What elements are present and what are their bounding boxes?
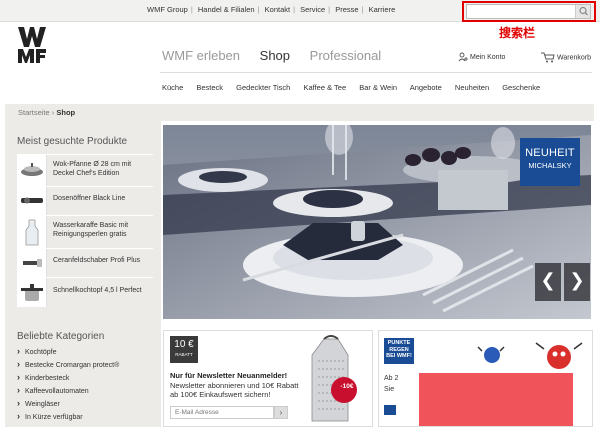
badge-line-2: MICHALSKY	[528, 161, 572, 170]
nav-shop[interactable]: Shop	[260, 48, 290, 63]
top-link[interactable]: Service	[300, 5, 325, 14]
nav-wmf-erleben[interactable]: WMF erleben	[162, 48, 240, 63]
newsletter-submit-button[interactable]: ›	[274, 406, 288, 419]
subnav-item[interactable]: Kaffee & Tee	[303, 83, 346, 92]
category-link[interactable]: Bestecke Cromargan protect®	[17, 359, 119, 369]
wok-icon	[17, 155, 47, 186]
points-text-2: Sie	[384, 386, 395, 393]
hero-banner[interactable]: NEUHEIT MICHALSKY ❮ ❯	[163, 125, 591, 319]
breadcrumb-current: Shop	[56, 108, 76, 117]
breadcrumb-bar: Startseite › Shop	[5, 104, 594, 121]
email-field[interactable]	[170, 406, 274, 419]
subnav-item[interactable]: Geschenke	[502, 83, 540, 92]
nav-professional[interactable]: Professional	[310, 48, 382, 63]
subnav-item[interactable]: Angebote	[410, 83, 442, 92]
user-icon	[458, 52, 468, 62]
search-highlight-frame	[462, 1, 596, 22]
breadcrumb-separator: ›	[51, 108, 55, 117]
redacted-overlay	[419, 373, 573, 426]
newsletter-heading: Nur für Newsletter Neuanmelder!	[170, 371, 288, 380]
subnav-item[interactable]: Besteck	[196, 83, 223, 92]
grater-image	[311, 335, 357, 422]
product-name: Ceranfeldschaber Profi Plus	[53, 257, 141, 264]
cart-icon	[541, 52, 555, 63]
category-link[interactable]: Kochtöpfe	[17, 346, 57, 356]
points-text-1: Ab 2	[384, 375, 399, 382]
subnav-item[interactable]: Bar & Wein	[359, 83, 397, 92]
rabatt-amount: 10 €	[174, 339, 194, 350]
page: WMF Group | Handel & Filialen | Kontakt | S…	[0, 0, 600, 427]
subnav-item[interactable]: Küche	[162, 83, 183, 92]
product-item[interactable]: Wasserkaraffe Basic mit Reinigungsperlen…	[17, 215, 153, 248]
account-link[interactable]: Mein Konto	[458, 52, 505, 62]
search-annotation: 搜索栏	[499, 26, 536, 40]
categories-title: Beliebte Kategorien	[17, 331, 105, 342]
newsletter-text: Newsletter abonnieren und 10€ Rabatt ab …	[170, 381, 299, 399]
product-name: Wok-Pfanne Ø 28 cm mit Deckel Chef's Edi…	[53, 161, 132, 177]
category-link[interactable]: Kinderbesteck	[17, 372, 69, 382]
category-link[interactable]: In Kürze verfügbar	[17, 411, 83, 421]
nav-divider	[160, 72, 592, 73]
top-link[interactable]: WMF Group	[147, 5, 188, 14]
pressure-cooker-icon	[17, 278, 47, 307]
product-item[interactable]: Schnellkochtopf 4,5 l Perfect	[17, 277, 153, 307]
top-link[interactable]: Presse	[335, 5, 358, 14]
product-item[interactable]: Ceranfeldschaber Profi Plus	[17, 248, 153, 277]
product-name: Wasserkaraffe Basic mit Reinigungsperlen…	[53, 222, 129, 238]
cart-label: Warenkorb	[557, 54, 591, 62]
category-link[interactable]: Weingläser	[17, 398, 60, 408]
product-item[interactable]: Wok-Pfanne Ø 28 cm mit Deckel Chef's Edi…	[17, 154, 153, 186]
new-michalsky-badge[interactable]: NEUHEIT MICHALSKY	[520, 138, 580, 186]
mascot-image	[477, 342, 583, 369]
wmf-logo-mark	[18, 27, 46, 63]
breadcrumb-home[interactable]: Startseite	[18, 108, 50, 117]
subnav-item[interactable]: Gedeckter Tisch	[236, 83, 290, 92]
product-item[interactable]: Dosenöffner Black Line	[17, 186, 153, 215]
points-badge: PUNKTE REGEN BEI WMF!	[384, 338, 414, 364]
badge-line-1: NEUHEIT	[525, 147, 575, 159]
top-links: WMF Group | Handel & Filialen | Kontakt | S…	[147, 5, 396, 14]
cart-link[interactable]: Warenkorb	[541, 52, 591, 63]
points-logo	[384, 405, 396, 415]
carousel-prev-button[interactable]: ❮	[535, 263, 561, 301]
scraper-icon	[17, 249, 47, 277]
discount-sticker: -10€	[340, 383, 354, 390]
main-nav: WMF erleben Shop Professional	[162, 48, 397, 63]
product-name: Schnellkochtopf 4,5 l Perfect	[53, 287, 142, 294]
wmf-logo[interactable]	[16, 25, 48, 65]
carafe-icon	[17, 216, 47, 248]
newsletter-box: 10 € RABATT Nur für Newsletter Neuanmeld…	[163, 330, 373, 427]
top-link[interactable]: Handel & Filialen	[198, 5, 255, 14]
top-link[interactable]: Kontakt	[265, 5, 290, 14]
left-panel: Meist gesuchte Produkte Wok-Pfanne Ø 28 …	[5, 121, 161, 427]
subnav-item[interactable]: Neuheiten	[455, 83, 489, 92]
category-link[interactable]: Kaffeevollautomaten	[17, 385, 89, 395]
points-promo-box[interactable]: PUNKTE REGEN BEI WMF! Ab 2 Sie	[378, 330, 593, 427]
popular-products-title: Meist gesuchte Produkte	[17, 136, 128, 147]
breadcrumb: Startseite › Shop	[18, 108, 75, 117]
rabatt-badge: 10 € RABATT	[170, 336, 198, 363]
carousel-next-button[interactable]: ❯	[564, 263, 590, 301]
category-nav: Küche Besteck Gedeckter Tisch Kaffee & T…	[162, 83, 551, 92]
product-name: Dosenöffner Black Line	[53, 195, 126, 202]
account-label: Mein Konto	[470, 53, 506, 61]
top-link[interactable]: Karriere	[369, 5, 396, 14]
can-opener-icon	[17, 187, 47, 215]
rabatt-label: RABATT	[175, 352, 193, 357]
